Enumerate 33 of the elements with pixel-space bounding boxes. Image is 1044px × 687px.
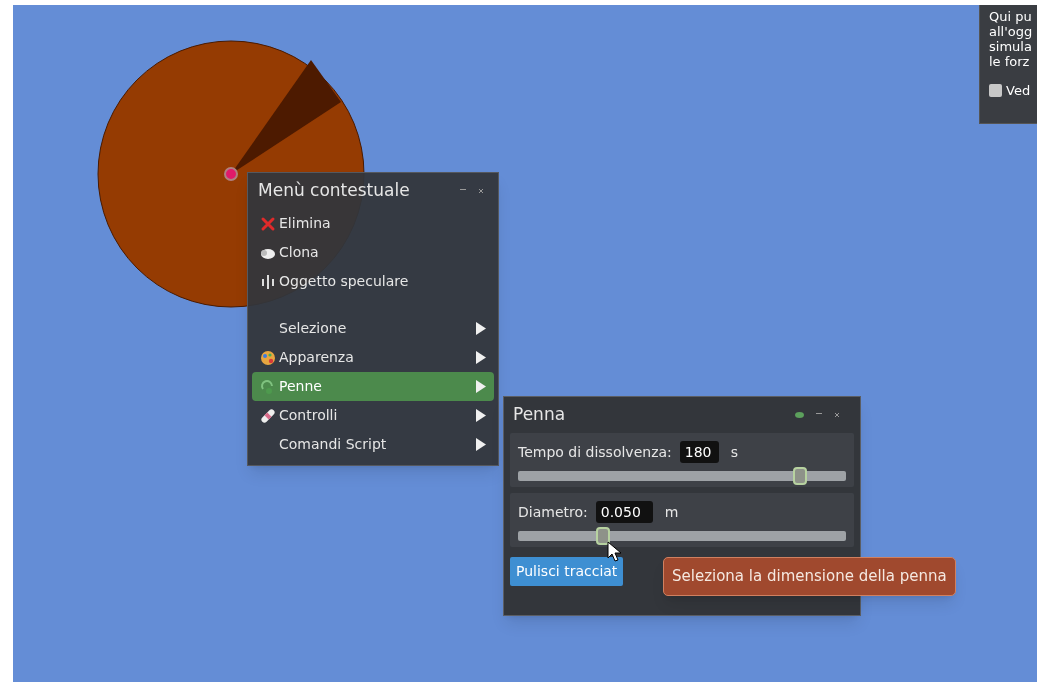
- menu-item[interactable]: Oggetto speculare: [252, 267, 494, 296]
- menu-item[interactable]: Elimina: [252, 209, 494, 238]
- eye-icon[interactable]: [795, 412, 804, 418]
- tooltip: Seleziona la dimensione della penna: [663, 557, 956, 596]
- menu-item[interactable]: Selezione: [252, 314, 494, 343]
- menu-item[interactable]: Comandi Script: [252, 430, 494, 459]
- setting-label: Diametro:: [518, 502, 588, 522]
- palette-icon: [260, 349, 276, 366]
- menu-item[interactable]: Clona: [252, 238, 494, 267]
- mirror-icon: [260, 273, 276, 290]
- info-text: all'ogg: [989, 24, 1034, 39]
- unit-label: m: [664, 502, 679, 522]
- menu-item[interactable]: Controlli: [252, 401, 494, 430]
- checkbox-label: Ved: [1006, 82, 1031, 100]
- info-text: le forz: [989, 54, 1031, 69]
- close-icon[interactable]: [834, 412, 840, 418]
- menu-item[interactable]: Apparenza: [252, 343, 494, 372]
- mouse-cursor-icon: [607, 541, 623, 563]
- window-title: Penna: [513, 403, 566, 427]
- close-icon[interactable]: [478, 188, 484, 194]
- slider-thumb[interactable]: [596, 527, 611, 545]
- info-text: simula: [989, 39, 1033, 54]
- checkbox[interactable]: [989, 84, 1002, 98]
- menu-title: Menù contestuale: [258, 179, 410, 203]
- value-field[interactable]: 0.050: [595, 501, 653, 523]
- unit-label: s: [730, 442, 739, 462]
- slider-thumb[interactable]: [793, 467, 808, 485]
- info-text: Qui pu: [989, 9, 1033, 24]
- menu-item[interactable]: Penne: [252, 372, 494, 401]
- value-field[interactable]: 180: [679, 441, 719, 463]
- pen-icon: [260, 378, 276, 395]
- setting-label: Tempo di dissolvenza:: [518, 442, 672, 462]
- delete-icon: [260, 215, 276, 232]
